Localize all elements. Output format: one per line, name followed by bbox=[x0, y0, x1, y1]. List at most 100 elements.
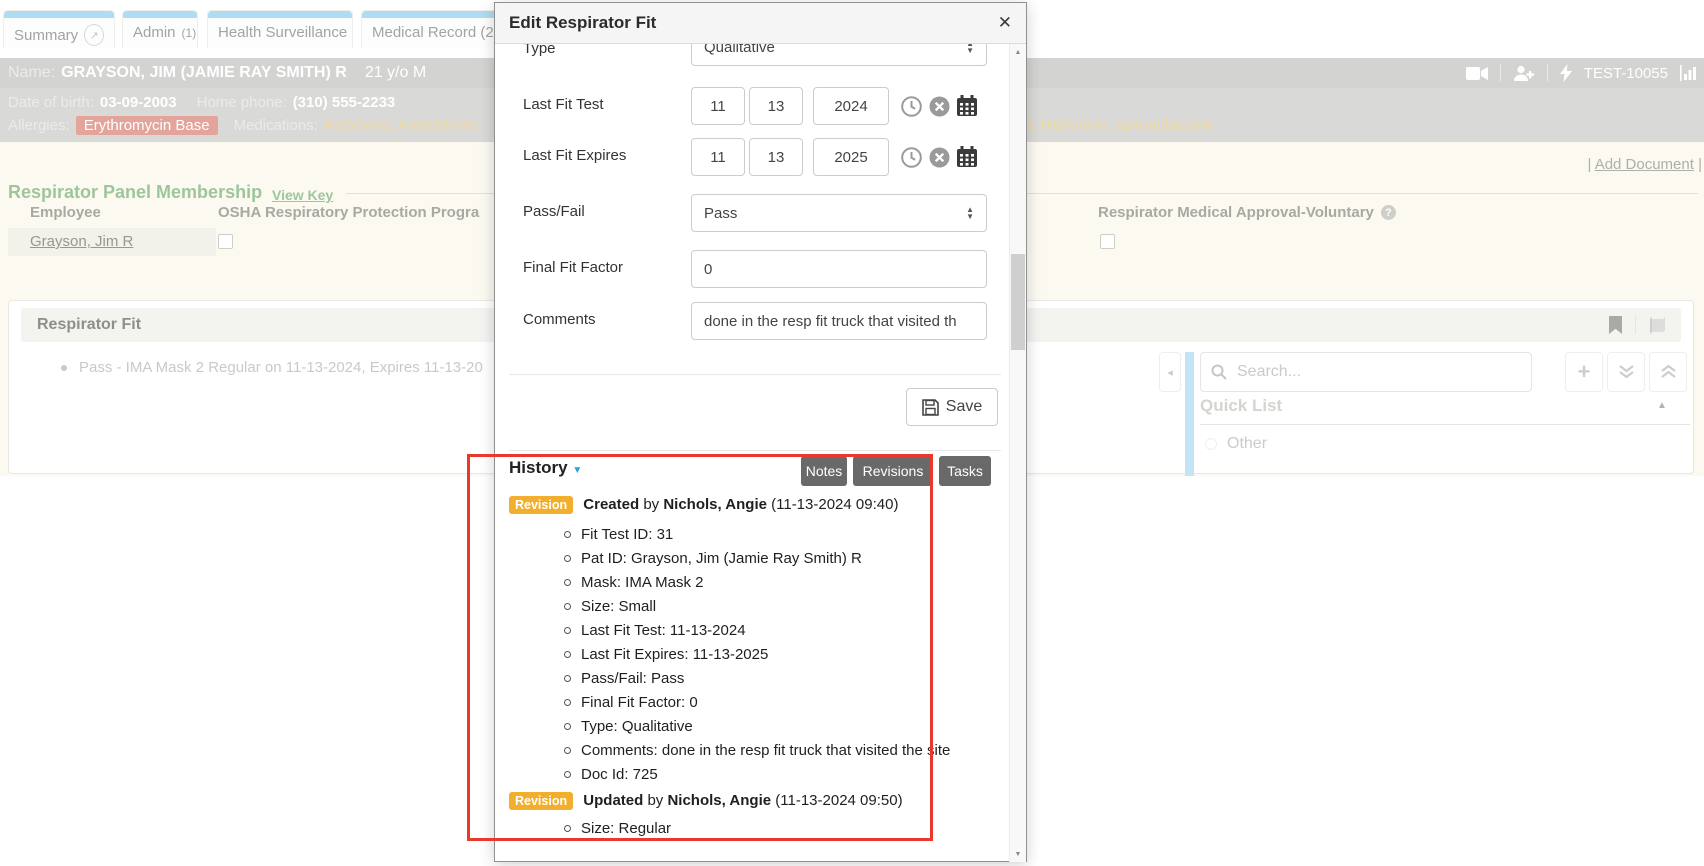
membership-title: Respirator Panel Membership bbox=[8, 182, 262, 203]
select-caret-icon: ▲▼ bbox=[966, 206, 974, 220]
divider: | bbox=[1587, 156, 1591, 173]
last-fit-test-year-input[interactable]: 2024 bbox=[813, 87, 889, 125]
expand-all-button[interactable] bbox=[1607, 352, 1645, 392]
final-fit-factor-label: Final Fit Factor bbox=[523, 259, 623, 276]
revision-entry-header: Revision Created by Nichols, Angie (11-1… bbox=[509, 496, 898, 513]
bar-chart-icon[interactable] bbox=[1680, 65, 1698, 81]
divider bbox=[509, 374, 1001, 375]
last-fit-test-month-input[interactable]: 11 bbox=[691, 87, 745, 125]
last-fit-expires-year-input[interactable]: 2025 bbox=[813, 138, 889, 176]
add-person-icon[interactable] bbox=[1513, 65, 1535, 81]
add-button[interactable]: + bbox=[1565, 352, 1603, 392]
last-fit-expires-month-input[interactable]: 11 bbox=[691, 138, 745, 176]
circle-bullet-icon bbox=[564, 627, 571, 634]
circle-bullet-icon bbox=[564, 555, 571, 562]
final-fit-factor-value: 0 bbox=[704, 261, 712, 278]
phone-value: (310) 555-2233 bbox=[293, 94, 396, 111]
revision-action: Created bbox=[583, 496, 639, 513]
circle-bullet-icon bbox=[564, 675, 571, 682]
quick-list-accent-bar bbox=[1185, 352, 1194, 476]
clear-date-icon[interactable] bbox=[929, 96, 950, 117]
name-label: Name: bbox=[0, 64, 55, 82]
history-item: Last Fit Expires: 11-13-2025 bbox=[564, 646, 768, 663]
close-icon[interactable]: ✕ bbox=[998, 13, 1012, 33]
scroll-up-icon[interactable]: ▲ bbox=[1010, 44, 1026, 60]
circle-bullet-icon bbox=[564, 603, 571, 610]
revision-action: Updated bbox=[583, 792, 643, 809]
quick-list-title: Quick List bbox=[1200, 396, 1282, 416]
revision-user: Nichols, Angie bbox=[667, 792, 771, 809]
help-icon[interactable]: ? bbox=[1381, 205, 1396, 220]
tab-admin[interactable]: Admin (1) bbox=[122, 10, 198, 48]
divider bbox=[1635, 316, 1636, 334]
scrollbar-thumb[interactable] bbox=[1011, 254, 1025, 350]
dialog-header: Edit Respirator Fit ✕ bbox=[495, 3, 1026, 44]
comments-value: done in the resp fit truck that visited … bbox=[704, 313, 957, 330]
history-title[interactable]: History ▼ bbox=[509, 458, 582, 478]
save-button[interactable]: Save bbox=[906, 388, 998, 426]
dialog-scrollbar[interactable]: ▲ ▼ bbox=[1009, 44, 1026, 862]
video-camera-icon[interactable] bbox=[1466, 66, 1488, 81]
revisions-button[interactable]: Revisions bbox=[853, 456, 933, 486]
tab-accent bbox=[123, 11, 197, 18]
tab-summary-label: Summary bbox=[14, 27, 78, 44]
calendar-icon[interactable] bbox=[956, 95, 977, 116]
scroll-down-icon[interactable]: ▼ bbox=[1010, 846, 1026, 862]
allergies-label: Allergies: bbox=[8, 117, 70, 134]
quick-list-collapse-icon[interactable]: ▲ bbox=[1657, 400, 1667, 411]
circle-bullet-icon bbox=[564, 651, 571, 658]
tab-accent bbox=[208, 11, 352, 18]
bookmark-icon[interactable] bbox=[1608, 316, 1623, 334]
collapse-all-button[interactable] bbox=[1649, 352, 1687, 392]
add-document-link[interactable]: Add Document bbox=[1595, 156, 1694, 173]
revision-badge: Revision bbox=[509, 496, 573, 514]
last-fit-expires-day-input[interactable]: 13 bbox=[749, 138, 803, 176]
quick-list-item-label: Other bbox=[1227, 435, 1267, 453]
comments-input[interactable]: done in the resp fit truck that visited … bbox=[691, 302, 987, 340]
tab-health-surveillance[interactable]: Health Surveillance bbox=[207, 10, 353, 48]
history-item: Mask: IMA Mask 2 bbox=[564, 574, 704, 591]
patient-age-sex: 21 y/o M bbox=[365, 64, 426, 82]
final-fit-factor-input[interactable]: 0 bbox=[691, 250, 987, 288]
collapse-panel-button[interactable]: ◂ bbox=[1159, 352, 1181, 392]
history-item: Final Fit Factor: 0 bbox=[564, 694, 698, 711]
passfail-select[interactable]: Pass ▲▼ bbox=[691, 194, 987, 232]
view-key-link[interactable]: View Key bbox=[272, 187, 333, 203]
tab-summary[interactable]: Summary ↗ bbox=[3, 10, 115, 48]
last-fit-test-day-input[interactable]: 13 bbox=[749, 87, 803, 125]
history-item: Type: Qualitative bbox=[564, 718, 693, 735]
circle-bullet-icon bbox=[564, 723, 571, 730]
osha-program-checkbox[interactable] bbox=[218, 234, 233, 249]
quick-list-item-other[interactable]: Other bbox=[1205, 435, 1267, 453]
revision-timestamp: (11-13-2024 09:40) bbox=[771, 496, 898, 513]
divider bbox=[1547, 64, 1548, 82]
revision-by: by bbox=[647, 792, 663, 809]
voluntary-approval-checkbox[interactable] bbox=[1100, 234, 1115, 249]
clock-icon[interactable] bbox=[901, 96, 922, 117]
respirator-fit-title: Respirator Fit bbox=[21, 316, 141, 334]
tasks-button[interactable]: Tasks bbox=[939, 456, 991, 486]
radio-bullet-icon bbox=[1205, 438, 1217, 450]
external-link-icon[interactable]: ↗ bbox=[84, 24, 104, 46]
lightning-bolt-icon[interactable] bbox=[1560, 64, 1572, 82]
medications-list-left: Aldactone, Amiodarone bbox=[324, 117, 479, 134]
divider bbox=[509, 450, 1001, 451]
save-button-label: Save bbox=[946, 398, 982, 416]
allergy-badge: Erythromycin Base bbox=[76, 116, 218, 135]
circle-bullet-icon bbox=[564, 531, 571, 538]
type-select[interactable]: Qualitative ▲▼ bbox=[691, 44, 987, 66]
employee-link[interactable]: Grayson, Jim R bbox=[30, 233, 133, 250]
calendar-icon[interactable] bbox=[956, 146, 977, 167]
clear-date-icon[interactable] bbox=[929, 147, 950, 168]
notes-button[interactable]: Notes bbox=[801, 456, 847, 486]
tab-accent bbox=[4, 11, 114, 18]
medications-list-right: pril, Metformin, spironolactone bbox=[1012, 116, 1213, 133]
patient-name: GRAYSON, JIM (JAMIE RAY SMITH) R bbox=[61, 64, 347, 82]
passfail-value: Pass bbox=[704, 205, 737, 222]
search-input[interactable] bbox=[1235, 362, 1521, 382]
clock-icon[interactable] bbox=[901, 147, 922, 168]
revision-by: by bbox=[643, 496, 659, 513]
tab-medical-record-label: Medical Record (29) bbox=[372, 24, 507, 41]
book-icon[interactable] bbox=[1648, 317, 1667, 334]
search-field[interactable] bbox=[1200, 352, 1532, 392]
